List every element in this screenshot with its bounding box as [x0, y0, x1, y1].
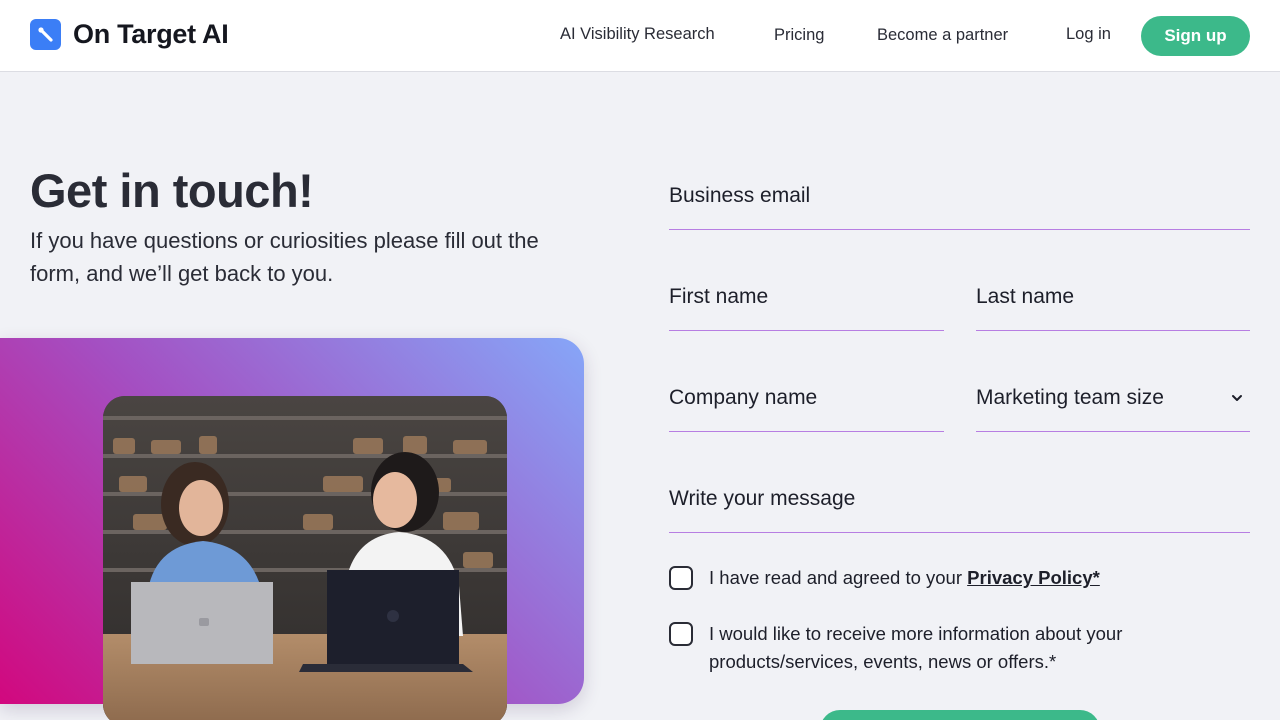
page-title: Get in touch! [30, 164, 314, 217]
chevron-down-icon [1230, 391, 1244, 410]
team-photo [103, 396, 507, 720]
nav-ai-visibility-research[interactable]: AI Visibility Research [560, 25, 715, 44]
nav-become-partner[interactable]: Become a partner [877, 26, 1008, 45]
business-email-input[interactable] [669, 170, 1250, 229]
nav-pricing[interactable]: Pricing [774, 26, 824, 45]
marketing-consent-text: I would like to receive more information… [709, 623, 1123, 672]
privacy-policy-link[interactable]: Privacy Policy* [967, 567, 1100, 588]
company-name-input[interactable] [669, 372, 944, 431]
message-input[interactable] [669, 473, 1250, 532]
site-header: On Target AI AI Visibility Research Pric… [0, 0, 1280, 72]
first-name-input[interactable] [669, 271, 944, 330]
marketing-team-size-label: Marketing team size [976, 386, 1164, 409]
submit-button[interactable] [820, 710, 1100, 720]
nav-login[interactable]: Log in [1066, 25, 1111, 44]
privacy-consent-checkbox[interactable] [669, 566, 693, 590]
privacy-consent-prefix: I have read and agreed to your [709, 567, 968, 588]
last-name-input[interactable] [976, 271, 1250, 330]
marketing-team-size-select[interactable]: Marketing team size [976, 372, 1250, 432]
brand-name: On Target AI [73, 19, 229, 49]
business-email-field[interactable]: Business email [669, 170, 1250, 230]
message-field[interactable]: Write your message [669, 473, 1250, 533]
brand-logo[interactable]: On Target AI [30, 19, 229, 50]
company-name-field[interactable]: Company name [669, 372, 944, 432]
marketing-consent-checkbox[interactable] [669, 622, 693, 646]
last-name-field[interactable]: Last name [976, 271, 1250, 331]
first-name-field[interactable]: First name [669, 271, 944, 331]
privacy-consent-text: I have read and agreed to your Privacy P… [709, 564, 1229, 592]
page-subtitle: If you have questions or curiosities ple… [30, 228, 539, 286]
signup-button[interactable]: Sign up [1141, 16, 1250, 56]
pen-logo-icon [30, 19, 61, 50]
